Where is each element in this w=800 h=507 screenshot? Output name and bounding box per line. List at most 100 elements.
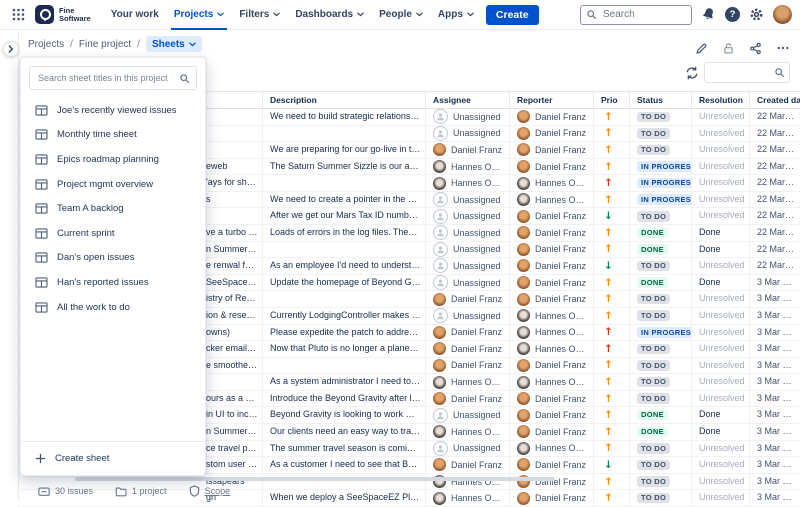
assignee-avatar [433, 143, 446, 156]
priority-cell: ↑ [593, 142, 629, 158]
resolution-cell: Unresolved [691, 291, 749, 307]
sheet-table-icon [35, 252, 48, 263]
column-header-reporter[interactable]: Reporter [509, 92, 593, 108]
nav-item-your-work[interactable]: Your work [111, 0, 159, 30]
search-icon [586, 9, 597, 20]
column-header-status[interactable]: Status [629, 92, 691, 108]
nav-item-people[interactable]: People [379, 0, 423, 30]
priority-arrow-icon: ↑ [604, 111, 613, 123]
reporter-cell: Daniel Franz [509, 424, 593, 440]
sheet-search-input[interactable] [29, 66, 197, 90]
assignee-cell: Unassigned [425, 258, 509, 274]
sheet-table-icon [35, 179, 48, 190]
status-cell: TO DO [629, 126, 691, 142]
resolution-cell: Unresolved [691, 175, 749, 191]
status-cell: TO DO [629, 109, 691, 125]
priority-arrow-icon: ↑ [604, 442, 613, 454]
refresh-icon[interactable] [685, 66, 699, 80]
sheet-list-item[interactable]: Monthly time sheet [21, 123, 205, 148]
column-header-prio[interactable]: Prio [593, 92, 629, 108]
created-cell: 22 Mar 2023 [749, 109, 800, 125]
assignee-avatar [433, 326, 446, 339]
sheets-dropdown-trigger[interactable]: Sheets [146, 36, 202, 52]
priority-arrow-icon: ↑ [604, 343, 613, 355]
description-cell [262, 242, 425, 258]
status-badge: DONE [637, 410, 668, 421]
sheet-list-item[interactable]: Current sprint [21, 221, 205, 246]
description-cell: Beyond Gravity is looking to work with a… [262, 407, 425, 423]
priority-cell: ↑ [593, 441, 629, 457]
edit-pencil-icon[interactable] [695, 42, 708, 55]
assignee-cell: Daniel Franz [425, 291, 509, 307]
sheet-list-item[interactable]: Project mgmt overview [21, 172, 205, 197]
nav-item-dashboards[interactable]: Dashboards [295, 0, 364, 30]
reporter-avatar [517, 442, 530, 455]
assignee-cell: Hannes Obweger [425, 175, 509, 191]
reporter-cell: Daniel Franz [509, 142, 593, 158]
priority-arrow-icon: ↑ [604, 144, 613, 156]
column-header-description[interactable]: Description [262, 92, 425, 108]
assignee-cell: Daniel Franz [425, 391, 509, 407]
status-badge: IN PROGRESS [637, 161, 691, 172]
created-cell: 22 Mar 2023 [749, 142, 800, 158]
breadcrumb-separator: / [70, 39, 73, 50]
reporter-cell: Daniel Franz [509, 109, 593, 125]
assignee-cell: Daniel Franz [425, 358, 509, 374]
lock-icon[interactable] [722, 42, 735, 55]
panel-spacer [21, 319, 205, 441]
notifications-bell-icon[interactable] [701, 7, 716, 22]
share-icon[interactable] [749, 42, 762, 55]
resolution-cell: Done [691, 275, 749, 291]
nav-item-apps[interactable]: Apps [438, 0, 474, 30]
created-cell: 3 Mar 2023 [749, 441, 800, 457]
reporter-avatar [517, 210, 530, 223]
priority-cell: ↑ [593, 407, 629, 423]
table-filter-search [704, 62, 790, 83]
status-cell: TO DO [629, 142, 691, 158]
status-badge: TO DO [637, 443, 670, 454]
reporter-cell: Daniel Franz [509, 258, 593, 274]
description-cell: As a customer I need to see that Beyond … [262, 457, 425, 473]
sheet-list-item[interactable]: Joe's recently viewed issues [21, 98, 205, 123]
reporter-avatar [517, 276, 530, 289]
reporter-avatar [517, 359, 530, 372]
create-button[interactable]: Create [486, 5, 539, 25]
created-cell: 22 Mar 2023 [749, 126, 800, 142]
horizontal-scrollbar-thumb[interactable] [75, 477, 555, 481]
breadcrumb-projects[interactable]: Projects [28, 39, 64, 50]
settings-gear-icon[interactable] [749, 7, 764, 22]
status-badge: IN PROGRESS [637, 327, 691, 338]
breadcrumb-fine-project[interactable]: Fine project [79, 39, 131, 50]
status-badge: TO DO [637, 493, 670, 504]
assignee-cell: Unassigned [425, 192, 509, 208]
user-avatar[interactable] [773, 5, 792, 24]
search-icon [179, 73, 190, 84]
assignee-cell: Unassigned [425, 407, 509, 423]
created-cell: 3 Mar 2023 [749, 374, 800, 390]
help-icon[interactable]: ? [725, 7, 740, 22]
priority-cell: ↑ [593, 490, 629, 506]
description-cell: As a system administrator I need to revi… [262, 374, 425, 390]
sheet-list-item[interactable]: All the work to do [21, 295, 205, 320]
sheet-list-item[interactable]: Dan's open issues [21, 246, 205, 271]
description-cell [262, 291, 425, 307]
sheet-list-item[interactable]: Epics roadmap planning [21, 147, 205, 172]
sheet-list-item[interactable]: Team A backlog [21, 196, 205, 221]
app-switcher-icon[interactable] [12, 8, 25, 21]
description-cell: The Saturn Summer Sizzle is our annual s… [262, 159, 425, 175]
app-logo[interactable]: Fine Software [35, 5, 91, 24]
create-sheet-button[interactable]: Create sheet [21, 441, 205, 475]
scope-link[interactable]: Scope [189, 485, 231, 497]
nav-item-projects[interactable]: Projects [174, 0, 224, 30]
sidebar-expand-button[interactable] [3, 41, 19, 57]
column-header-assignee[interactable]: Assignee [425, 92, 509, 108]
assignee-avatar [433, 308, 448, 323]
created-cell: 3 Mar 2023 [749, 424, 800, 440]
column-header-resolution[interactable]: Resolution [691, 92, 749, 108]
column-header-created[interactable]: Created date [749, 92, 800, 108]
nav-item-filters[interactable]: Filters [239, 0, 280, 30]
priority-arrow-icon: ↑ [604, 393, 613, 405]
more-ellipsis-icon[interactable] [776, 41, 790, 55]
status-badge: TO DO [637, 377, 670, 388]
sheet-list-item[interactable]: Han's reported issues [21, 270, 205, 295]
